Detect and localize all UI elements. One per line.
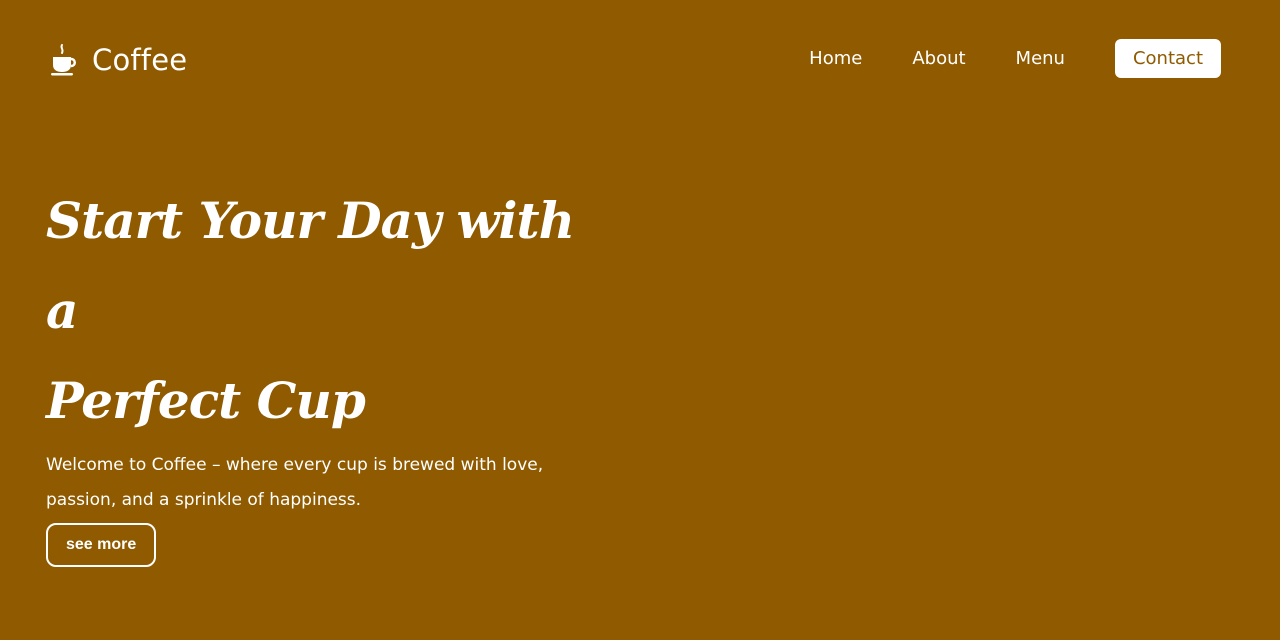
hero-description-line-2: passion, and a sprinkle of happiness. bbox=[46, 490, 362, 510]
site-header: Coffee Home About Menu Contact bbox=[0, 0, 1280, 118]
nav-link-home[interactable]: Home bbox=[809, 39, 862, 78]
hero-section: Start Your Day with a Perfect Cup Welcom… bbox=[46, 176, 606, 567]
brand-name: Coffee bbox=[92, 43, 188, 77]
coffee-cup-icon bbox=[50, 43, 78, 77]
hero-title: Start Your Day with a Perfect Cup bbox=[46, 176, 606, 446]
nav-link-menu[interactable]: Menu bbox=[1016, 39, 1065, 78]
page: Coffee Home About Menu Contact Start You… bbox=[0, 0, 1280, 640]
hero-description: Welcome to Coffee – where every cup is b… bbox=[46, 448, 566, 518]
nav-link-about[interactable]: About bbox=[912, 39, 965, 78]
main-nav: Home About Menu Contact bbox=[809, 39, 1221, 78]
brand-logo-link[interactable]: Coffee bbox=[50, 40, 187, 80]
hero-title-line-1: Start Your Day with a bbox=[46, 191, 575, 340]
hero-description-line-1: Welcome to Coffee – where every cup is b… bbox=[46, 455, 544, 475]
hero-title-line-2: Perfect Cup bbox=[46, 371, 366, 430]
see-more-button[interactable]: see more bbox=[46, 523, 157, 567]
nav-contact-button[interactable]: Contact bbox=[1114, 39, 1221, 78]
